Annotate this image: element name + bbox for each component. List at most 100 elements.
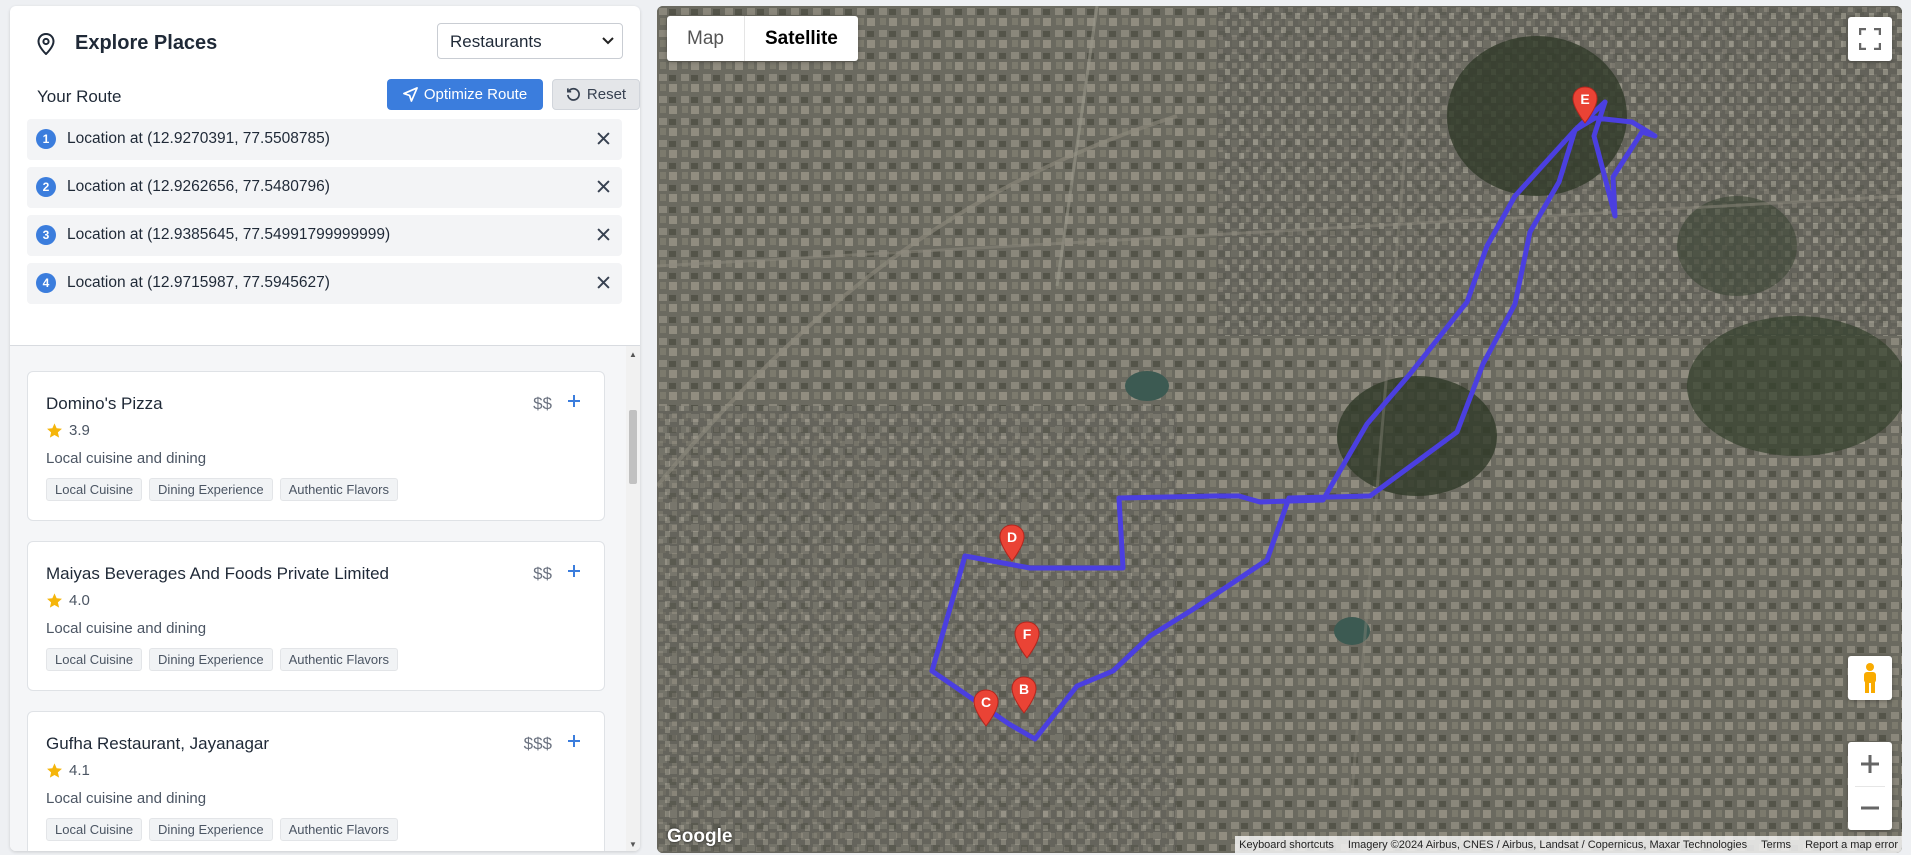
stop-label: Location at (12.9270391, 77.5508785) (67, 130, 330, 147)
place-tags: Local Cuisine Dining Experience Authenti… (46, 478, 398, 501)
place-description: Local cuisine and dining (46, 790, 207, 807)
place-description: Local cuisine and dining (46, 450, 207, 467)
stop-number-badge: 1 (36, 129, 56, 149)
route-stop: 1 Location at (12.9270391, 77.5508785) (27, 119, 622, 160)
route-header: Your Route Optimize Route Reset (27, 79, 640, 113)
add-to-route-icon[interactable] (566, 733, 582, 749)
terms-link[interactable]: Terms (1761, 839, 1791, 851)
place-card[interactable]: Domino's Pizza $$ 3.9 Local cuisine and … (27, 371, 605, 521)
sidebar-header: Explore Places Restaurants (27, 23, 623, 63)
tag: Dining Experience (149, 478, 273, 501)
place-card[interactable]: Gufha Restaurant, Jayanagar $$$ 4.1 Loca… (27, 711, 605, 851)
remove-stop-icon[interactable] (597, 276, 610, 289)
imagery-credit: Imagery ©2024 Airbus, CNES / Airbus, Lan… (1347, 838, 1748, 851)
remove-stop-icon[interactable] (597, 180, 610, 193)
fullscreen-icon (1859, 28, 1881, 50)
marker-label: E (1580, 91, 1589, 107)
stop-label: Location at (12.9262656, 77.5480796) (67, 178, 330, 195)
marker-label: F (1023, 626, 1032, 642)
chevron-down-icon (602, 37, 614, 45)
rating-value: 3.9 (69, 422, 90, 439)
marker-c[interactable]: C (972, 689, 1000, 727)
marker-label: B (1019, 681, 1029, 697)
category-select[interactable]: Restaurants (437, 23, 623, 59)
route-stops: 1 Location at (12.9270391, 77.5508785) 2… (27, 119, 622, 311)
list-scrollbar[interactable]: ▲ ▼ (626, 346, 640, 851)
marker-f[interactable]: F (1013, 621, 1041, 659)
plus-icon (1861, 754, 1879, 773)
tag: Authentic Flavors (279, 818, 398, 841)
tag: Local Cuisine (46, 478, 143, 501)
street-view-pegman[interactable] (1848, 656, 1892, 700)
place-rating: 4.1 (46, 762, 90, 779)
reset-label: Reset (586, 86, 627, 103)
route-stop: 3 Location at (12.9385645, 77.5499179999… (27, 215, 622, 256)
place-tags: Local Cuisine Dining Experience Authenti… (46, 648, 398, 671)
place-description: Local cuisine and dining (46, 620, 207, 637)
scroll-thumb[interactable] (629, 410, 637, 484)
tag: Authentic Flavors (279, 478, 398, 501)
star-icon (47, 763, 62, 778)
keyboard-shortcuts-link[interactable]: Keyboard shortcuts (1239, 839, 1334, 851)
reset-icon (566, 87, 580, 101)
optimize-route-button[interactable]: Optimize Route (387, 79, 543, 110)
page-title: Explore Places (75, 32, 218, 54)
optimize-route-label: Optimize Route (423, 86, 528, 103)
rating-value: 4.0 (69, 592, 90, 609)
tag: Local Cuisine (46, 818, 143, 841)
google-logo: Google (667, 826, 733, 847)
remove-stop-icon[interactable] (597, 228, 610, 241)
marker-b[interactable]: B (1010, 676, 1038, 714)
route-title: Your Route (37, 87, 122, 106)
place-name: Domino's Pizza (46, 394, 163, 413)
zoom-out-button[interactable] (1848, 786, 1892, 830)
add-to-route-icon[interactable] (566, 393, 582, 409)
sidebar: Explore Places Restaurants Your Route Op… (10, 6, 640, 851)
minus-icon (1861, 806, 1879, 810)
category-select-value: Restaurants (450, 32, 542, 51)
place-card[interactable]: Maiyas Beverages And Foods Private Limit… (27, 541, 605, 691)
navigation-icon (402, 87, 418, 102)
stop-number-badge: 2 (36, 177, 56, 197)
map-attribution: Keyboard shortcuts Imagery ©2024 Airbus,… (1235, 836, 1902, 853)
map-type-map-button[interactable]: Map (667, 16, 744, 61)
marker-e[interactable]: E (1571, 86, 1599, 124)
route-stop: 4 Location at (12.9715987, 77.5945627) (27, 263, 622, 304)
marker-label: C (981, 694, 991, 710)
tag: Authentic Flavors (279, 648, 398, 671)
stop-number-badge: 4 (36, 273, 56, 293)
place-rating: 4.0 (46, 592, 90, 609)
map-view[interactable]: B C D E F Map Satellite Google Keyboard … (657, 6, 1902, 853)
stop-number-badge: 3 (36, 225, 56, 245)
place-tags: Local Cuisine Dining Experience Authenti… (46, 818, 398, 841)
tag: Local Cuisine (46, 648, 143, 671)
rating-value: 4.1 (69, 762, 90, 779)
place-price: $$ (533, 564, 552, 583)
remove-stop-icon[interactable] (597, 132, 610, 145)
reset-button[interactable]: Reset (552, 79, 640, 110)
place-name: Maiyas Beverages And Foods Private Limit… (46, 564, 390, 583)
marker-d[interactable]: D (998, 524, 1026, 562)
zoom-control (1848, 742, 1892, 830)
report-error-link[interactable]: Report a map error (1805, 839, 1898, 851)
star-icon (47, 593, 62, 608)
map-type-control: Map Satellite (667, 16, 858, 61)
fullscreen-button[interactable] (1848, 17, 1892, 61)
route-stop: 2 Location at (12.9262656, 77.5480796) (27, 167, 622, 208)
place-name: Gufha Restaurant, Jayanagar (46, 734, 270, 753)
star-icon (47, 423, 62, 438)
place-price: $$ (533, 394, 552, 413)
map-pin-icon (37, 33, 55, 55)
add-to-route-icon[interactable] (566, 563, 582, 579)
places-list: Domino's Pizza $$ 3.9 Local cuisine and … (10, 346, 640, 851)
scroll-up-arrow[interactable]: ▲ (629, 350, 637, 359)
place-price: $$$ (523, 734, 552, 753)
tag: Dining Experience (149, 648, 273, 671)
marker-label: D (1007, 529, 1017, 545)
tag: Dining Experience (149, 818, 273, 841)
satellite-imagery (657, 6, 1902, 853)
map-type-satellite-button[interactable]: Satellite (743, 16, 858, 61)
zoom-in-button[interactable] (1848, 742, 1892, 786)
place-rating: 3.9 (46, 422, 90, 439)
scroll-down-arrow[interactable]: ▼ (629, 840, 637, 849)
